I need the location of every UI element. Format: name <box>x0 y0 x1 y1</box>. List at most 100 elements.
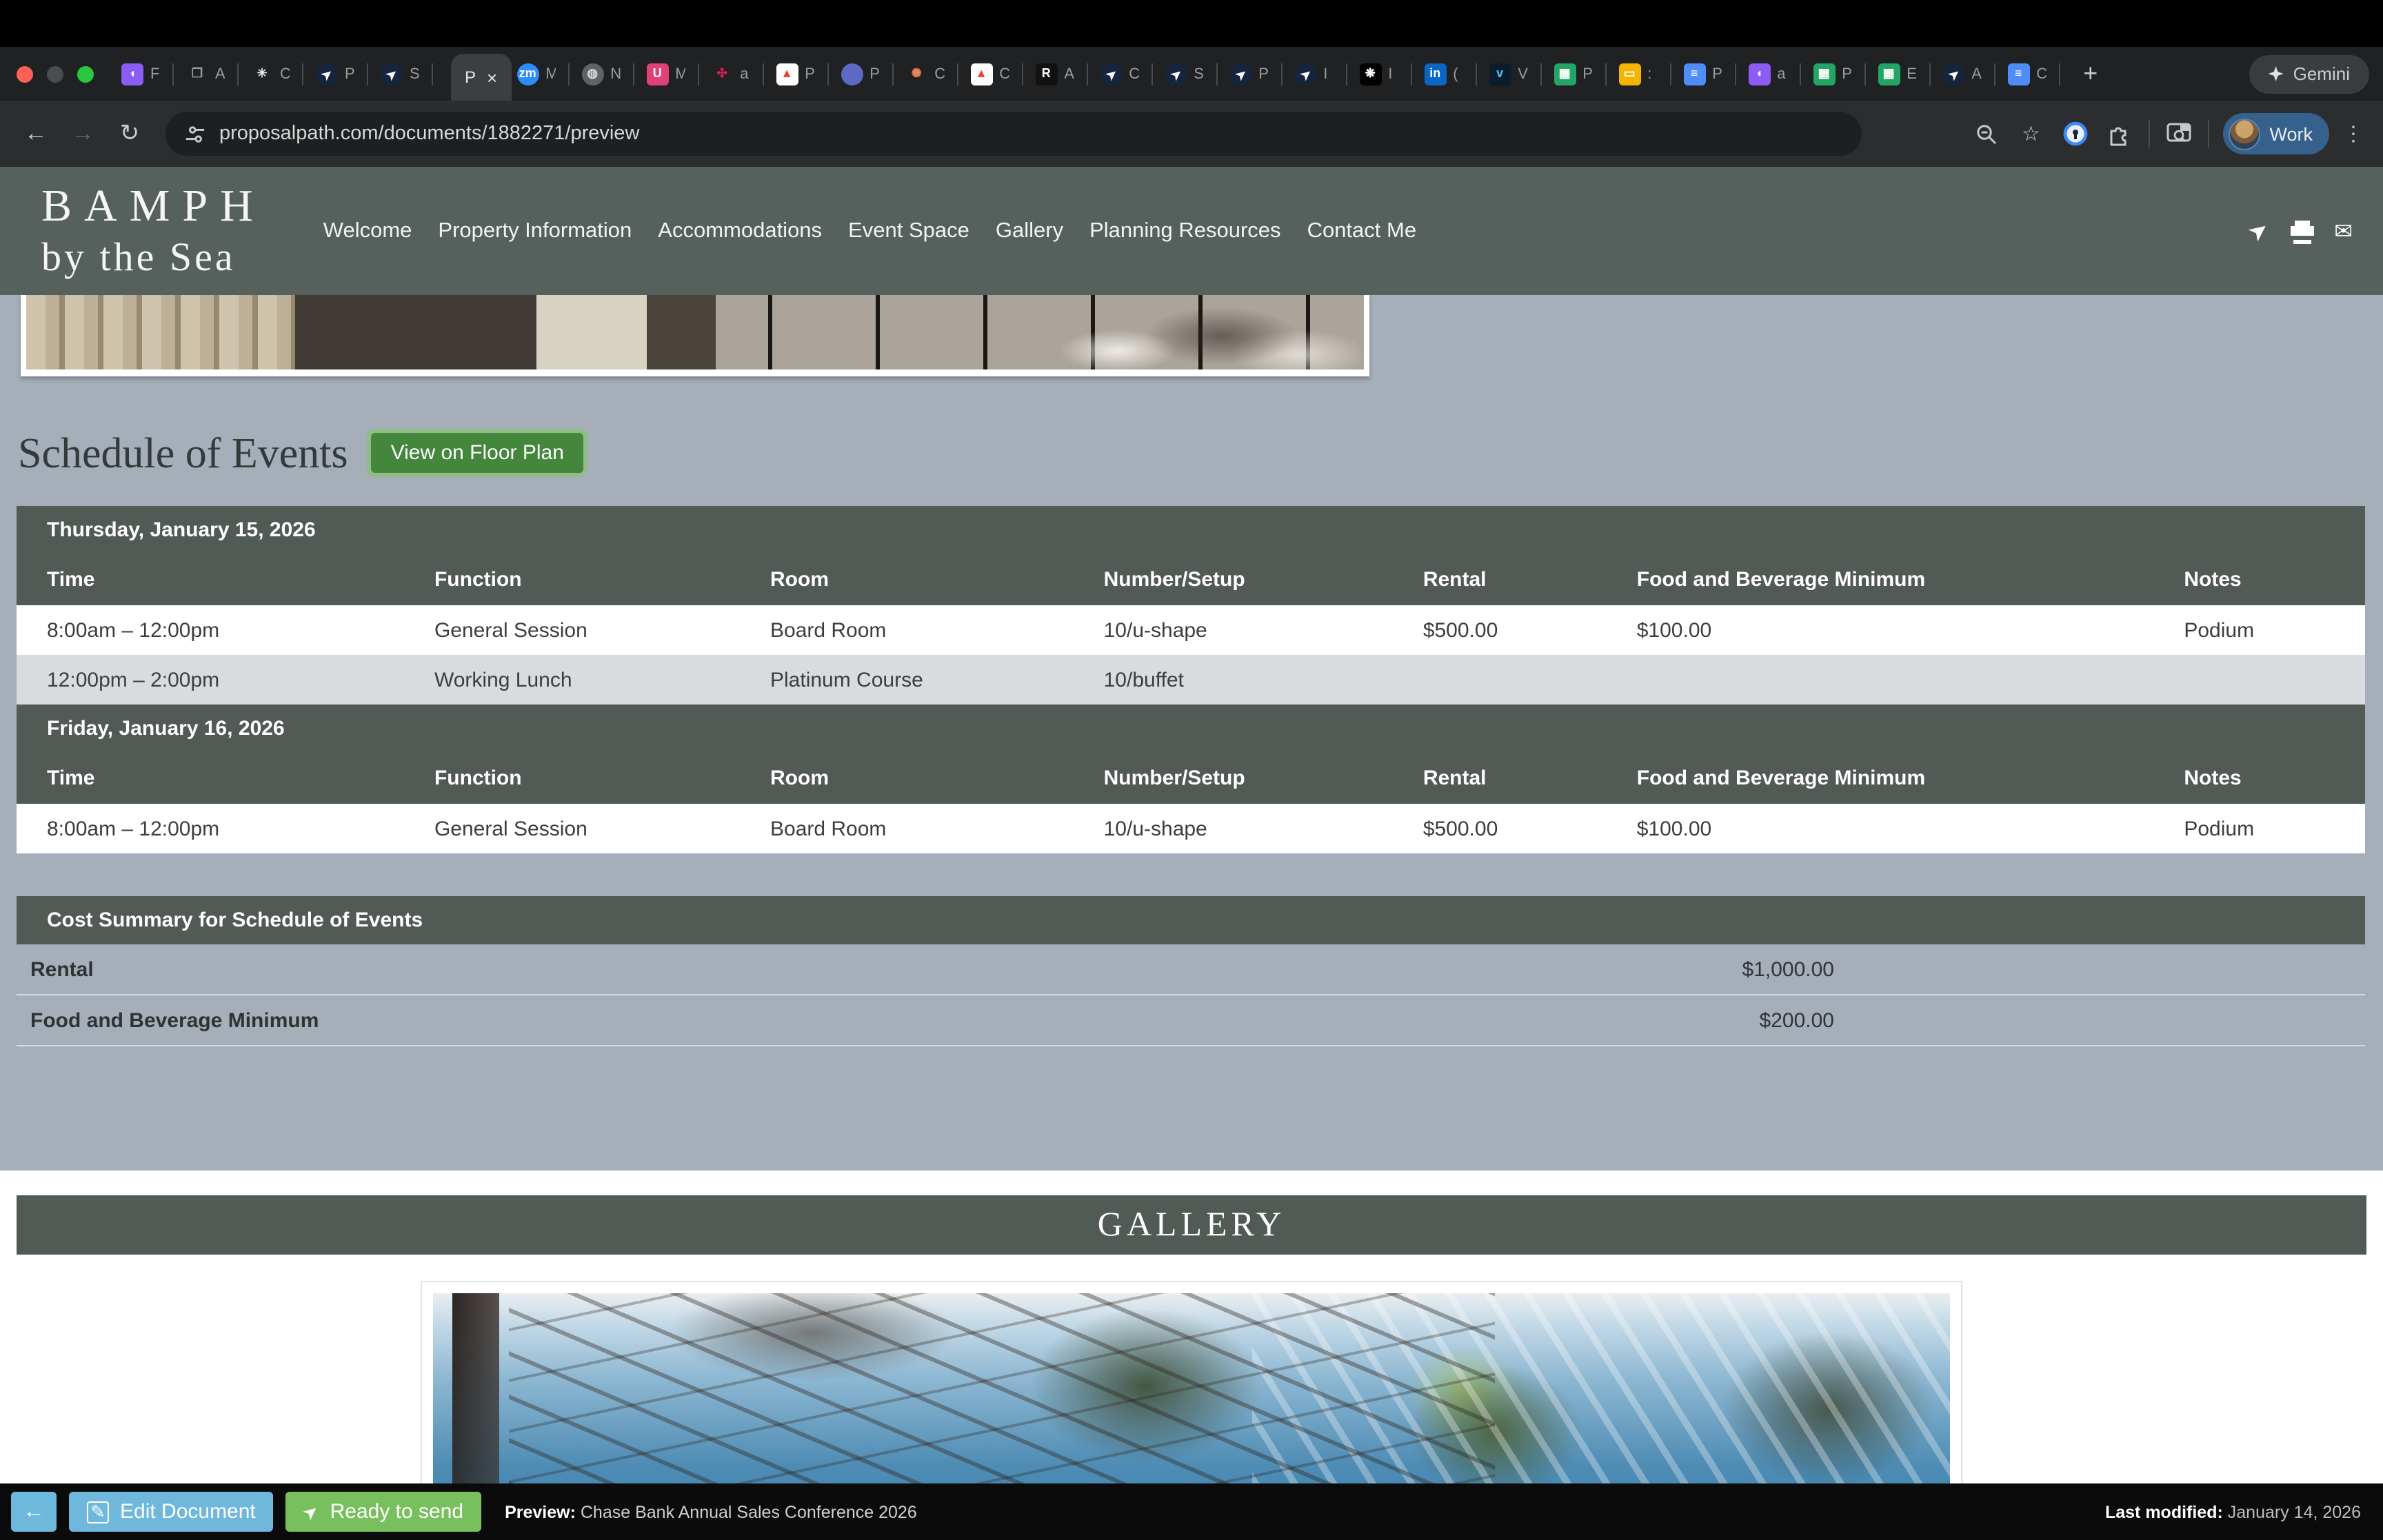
tab-title-fragment: P <box>1712 65 1722 82</box>
screen: ◖F❐A✳C➤P➤SP×zmM◍NUM✣a▲PP✺C▲CRA➤C➤S➤P➤I❋I… <box>0 0 2383 1540</box>
gemini-button[interactable]: Gemini <box>2249 54 2369 93</box>
tab-title-fragment: A <box>1971 65 1981 82</box>
nav-accommodations[interactable]: Accommodations <box>658 219 822 243</box>
nav-gallery[interactable]: Gallery <box>996 219 1063 243</box>
nav-contact-me[interactable]: Contact Me <box>1307 219 1417 243</box>
tab-separator <box>1086 63 1087 85</box>
browser-tab[interactable]: ➤S <box>1165 47 1229 101</box>
ready-to-send-button[interactable]: ➤ Ready to send <box>286 1492 481 1532</box>
col-room: Room <box>740 753 1074 804</box>
extensions-puzzle-icon[interactable] <box>2104 122 2134 145</box>
profile-button[interactable]: Work <box>2222 113 2329 154</box>
tab-title-fragment: P <box>1582 65 1592 82</box>
tab-favicon-icon: U <box>646 63 668 85</box>
zoom-out-icon[interactable] <box>1971 122 2002 145</box>
tab-title-fragment: V <box>1518 65 1527 82</box>
browser-tab[interactable]: ≡C <box>2007 47 2072 101</box>
browser-tab[interactable]: ▲C <box>970 47 1035 101</box>
tab-separator <box>762 63 763 85</box>
column-header-row: Time Function Room Number/Setup Rental F… <box>17 753 2365 804</box>
browser-tab[interactable]: ✳C <box>251 47 316 101</box>
schedule-title-row: Schedule of Events View on Floor Plan <box>0 376 2383 477</box>
nav-event-space[interactable]: Event Space <box>848 219 969 243</box>
cost-summary-row: Food and Beverage Minimum $200.00 <box>17 995 2365 1046</box>
cell-function: General Session <box>404 804 740 853</box>
site-settings-icon[interactable] <box>185 123 205 144</box>
tab-separator <box>956 63 958 85</box>
toolbar-divider <box>2148 120 2149 148</box>
nav-property-information[interactable]: Property Information <box>438 219 632 243</box>
browser-tab[interactable]: ▲P <box>776 47 841 101</box>
browser-tab[interactable]: vV <box>1489 47 1554 101</box>
browser-tab[interactable]: ≡P <box>1683 47 1748 101</box>
url-text[interactable]: proposalpath.com/documents/1882271/previ… <box>219 123 639 145</box>
browser-tab[interactable]: ➤I <box>1294 47 1359 101</box>
new-tab-button[interactable]: + <box>2083 59 2098 88</box>
browser-tab[interactable]: ❋I <box>1359 47 1424 101</box>
back-icon[interactable]: ← <box>17 120 55 148</box>
browser-tab[interactable]: ✣a <box>711 47 776 101</box>
tab-separator <box>1216 63 1217 85</box>
cost-value: $1,000.00 <box>30 958 1834 981</box>
tab-title-fragment: ( <box>1453 65 1462 82</box>
tab-favicon-icon: ➤ <box>1096 58 1127 89</box>
tab-separator <box>1734 63 1736 85</box>
browser-tab[interactable]: ▦E <box>1878 47 1942 101</box>
site-logo[interactable]: BAMPH by the Sea <box>41 184 265 278</box>
schedule-table: Thursday, January 15, 2026 Time Function… <box>17 506 2365 853</box>
forward-icon[interactable]: → <box>63 120 102 148</box>
browser-tab[interactable]: ▭: <box>1618 47 1683 101</box>
browser-tab[interactable]: ◖a <box>1748 47 1813 101</box>
browser-tab[interactable]: ➤P <box>316 47 381 101</box>
print-icon[interactable] <box>2290 221 2313 241</box>
chrome-menu-icon[interactable]: ⋮ <box>2343 121 2364 146</box>
nav-planning-resources[interactable]: Planning Resources <box>1089 219 1280 243</box>
tab-separator <box>1993 63 1995 85</box>
bookmark-star-icon[interactable]: ☆ <box>2015 121 2046 146</box>
tab-separator <box>827 63 828 85</box>
browser-tab[interactable]: ➤P <box>1229 47 1294 101</box>
minimize-window-button[interactable] <box>47 65 63 82</box>
browser-tab[interactable]: in( <box>1424 47 1489 101</box>
browser-tab[interactable]: RA <box>1035 47 1100 101</box>
browser-tab[interactable]: P <box>841 47 905 101</box>
edit-document-label: Edit Document <box>120 1500 256 1523</box>
browser-tab[interactable]: ➤S <box>381 47 445 101</box>
browser-tab[interactable]: ◖F <box>121 47 186 101</box>
browser-tab[interactable]: ▦P <box>1813 47 1878 101</box>
share-icon[interactable]: ➤ <box>2243 214 2275 247</box>
nav-welcome[interactable]: Welcome <box>323 219 412 243</box>
browser-tab[interactable]: UM <box>646 47 711 101</box>
zoom-window-button[interactable] <box>77 65 94 82</box>
edit-document-button[interactable]: ✎ Edit Document <box>69 1492 274 1532</box>
password-manager-icon[interactable] <box>2060 121 2090 146</box>
back-to-dashboard-button[interactable]: ← <box>11 1492 57 1532</box>
browser-tab[interactable]: ◍N <box>581 47 646 101</box>
close-tab-icon[interactable]: × <box>487 67 497 88</box>
tab-separator <box>237 63 239 85</box>
address-bar[interactable]: proposalpath.com/documents/1882271/previ… <box>165 112 1862 156</box>
browser-tab[interactable]: ➤C <box>1100 47 1165 101</box>
tab-separator <box>1151 63 1152 85</box>
tab-separator <box>697 63 698 85</box>
browser-tab[interactable]: ▦P <box>1554 47 1618 101</box>
browser-tab[interactable]: ✺C <box>905 47 970 101</box>
browser-tab[interactable]: zmM <box>516 47 581 101</box>
cell-rental: $500.00 <box>1393 804 1607 853</box>
cell-room: Platinum Course <box>740 655 1074 705</box>
reload-icon[interactable]: ↻ <box>110 120 149 148</box>
close-window-button[interactable] <box>17 65 33 82</box>
search-tabs-icon[interactable] <box>2163 123 2193 145</box>
cell-rental: $500.00 <box>1393 605 1607 655</box>
tab-title-fragment: M <box>675 65 685 82</box>
menu-bar-strip <box>0 0 2383 47</box>
browser-tab[interactable]: ❐A <box>186 47 251 101</box>
tab-favicon-icon: ◖ <box>121 63 143 85</box>
browser-tab[interactable]: ➤A <box>1942 47 2007 101</box>
browser-toolbar: ← → ↻ proposalpath.com/documents/1882271… <box>0 101 2383 167</box>
tab-separator <box>1864 63 1865 85</box>
view-floor-plan-button[interactable]: View on Floor Plan <box>368 429 587 477</box>
email-icon[interactable]: ✉ <box>2334 217 2353 245</box>
tab-title-fragment: : <box>1647 65 1657 82</box>
active-tab[interactable]: P× <box>451 54 511 101</box>
